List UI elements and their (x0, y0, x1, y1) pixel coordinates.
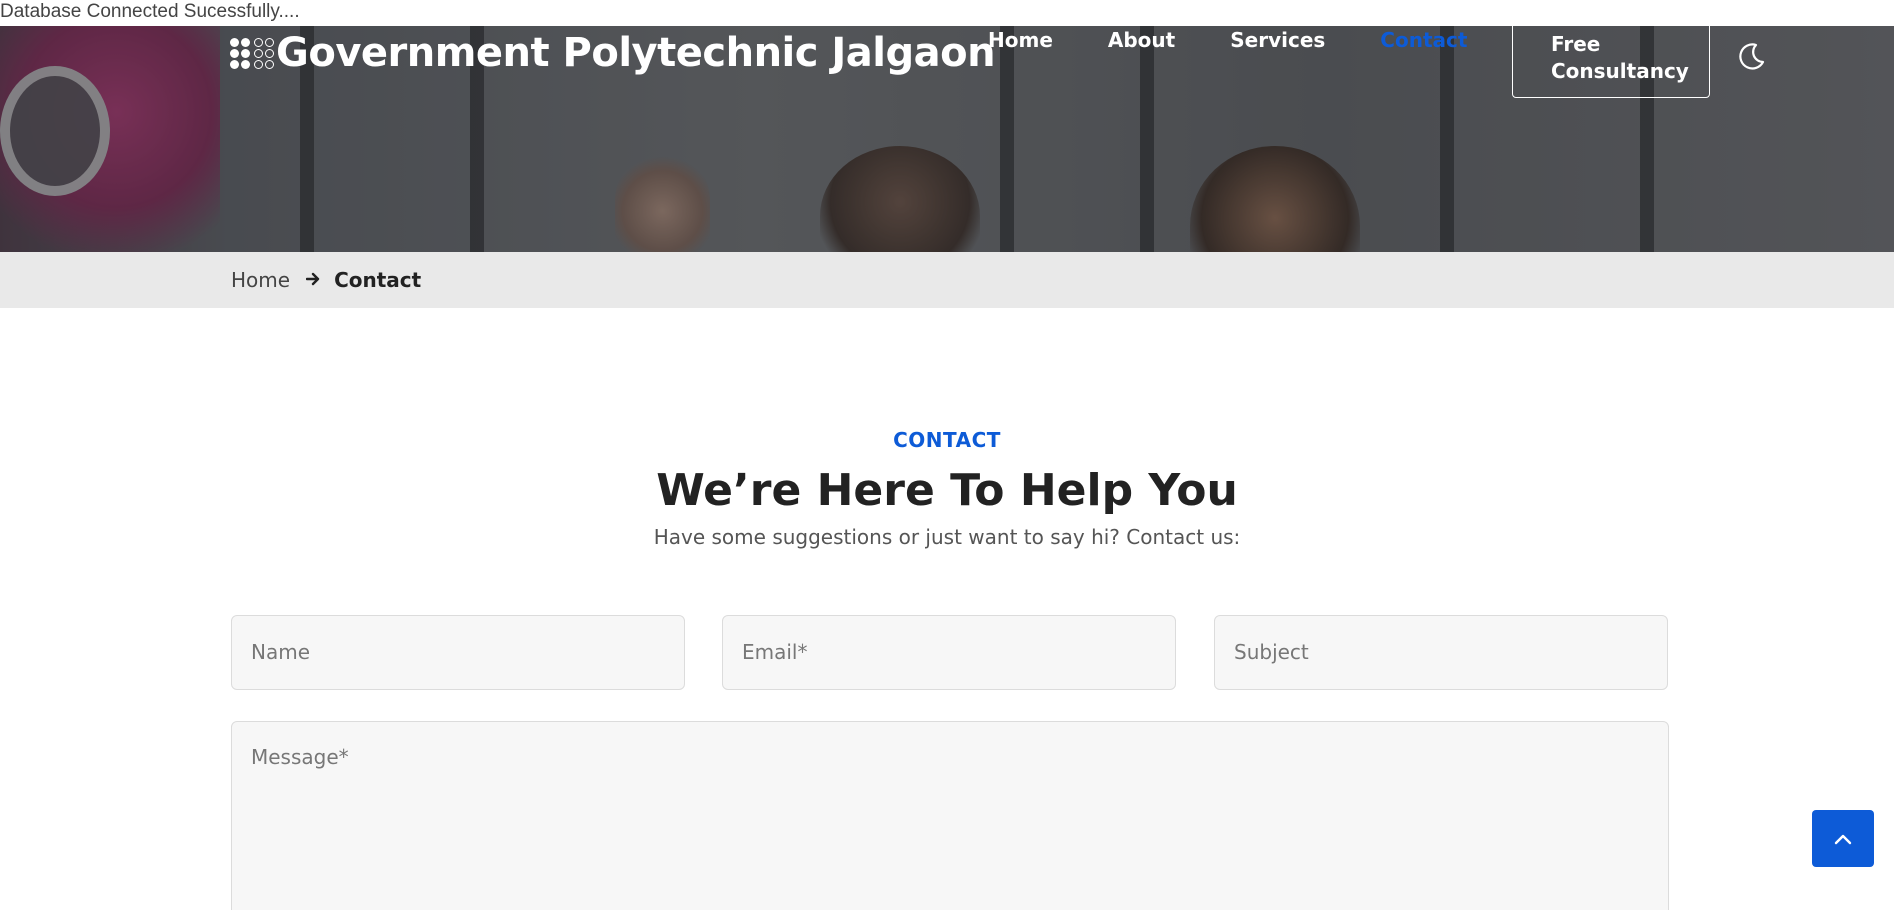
section-title: We’re Here To Help You (656, 465, 1238, 516)
cta-label-line1: Free (1551, 32, 1601, 56)
section-subtitle: Have some suggestions or just want to sa… (653, 525, 1241, 549)
message-textarea[interactable]: Message* (231, 721, 1669, 910)
name-input[interactable]: Name (231, 615, 685, 690)
email-input[interactable]: Email* (722, 615, 1176, 690)
breadcrumb-current: Contact (334, 268, 422, 292)
database-status-message: Database Connected Sucessfully.... (0, 1, 300, 22)
nav-link-about[interactable]: About (1108, 26, 1175, 52)
main-navbar: Government Polytechnic Jalgaon Home Abou… (0, 22, 1894, 106)
cta-label-line2: Consultancy (1551, 59, 1689, 83)
dot-grid-logo-icon (230, 37, 274, 69)
moon-icon (1739, 43, 1765, 70)
nav-link-services[interactable]: Services (1230, 26, 1325, 52)
subject-input[interactable]: Subject (1214, 615, 1668, 690)
breadcrumb: Home Contact (0, 252, 1894, 308)
nav-link-contact[interactable]: Contact (1380, 26, 1467, 52)
brand-logo-link[interactable]: Government Polytechnic Jalgaon (230, 30, 996, 76)
section-tag: CONTACT (893, 428, 1001, 452)
theme-toggle-button[interactable] (1736, 40, 1768, 72)
nav-menu: Home About Services Contact (988, 26, 1522, 52)
brand-name: Government Polytechnic Jalgaon (276, 30, 996, 76)
free-consultancy-button[interactable]: Free Consultancy (1512, 22, 1710, 98)
breadcrumb-home-link[interactable]: Home (231, 268, 290, 292)
arrow-right-icon (305, 270, 320, 291)
back-to-top-button[interactable] (1812, 810, 1874, 867)
chevron-up-icon (1834, 834, 1852, 844)
nav-link-home[interactable]: Home (988, 26, 1053, 52)
